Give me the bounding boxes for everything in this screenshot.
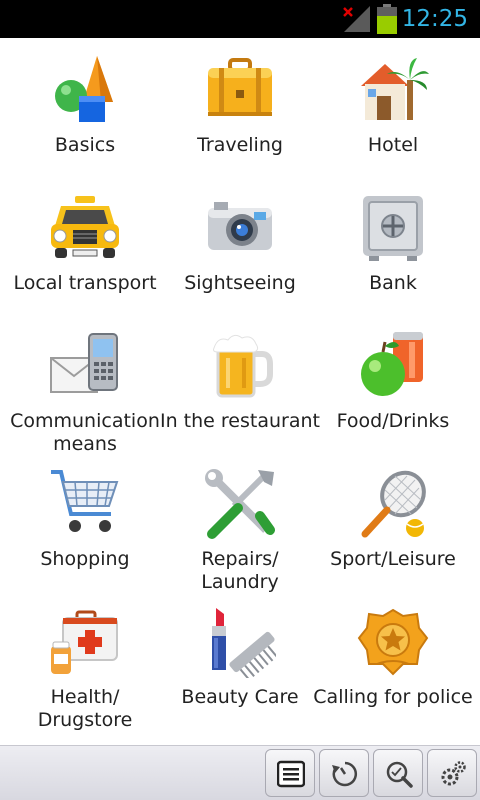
tennis-icon <box>357 468 429 540</box>
category-label: Communication means <box>10 410 160 455</box>
gears-icon <box>441 761 466 786</box>
category-traveling[interactable]: Traveling <box>160 38 320 176</box>
category-sport-leisure[interactable]: Sport/Leisure <box>313 452 473 590</box>
category-communication-means[interactable]: Communication means <box>5 314 165 455</box>
category-label: Health/ Drugstore <box>37 686 133 731</box>
category-label: Sport/Leisure <box>330 548 456 570</box>
category-health-drugstore[interactable]: Health/ Drugstore <box>5 590 165 731</box>
category-food-drinks[interactable]: Food/Drinks <box>313 314 473 452</box>
apple-can-icon <box>357 330 429 402</box>
search-button[interactable] <box>373 749 423 797</box>
category-hotel[interactable]: Hotel <box>313 38 473 176</box>
category-label: Local transport <box>13 272 157 294</box>
police-badge-icon <box>357 606 429 678</box>
category-local-transport[interactable]: Local transport <box>5 176 165 314</box>
status-bar: 12:25 <box>0 0 480 38</box>
history-icon <box>332 761 358 787</box>
camera-icon <box>204 192 276 264</box>
category-calling-for-police[interactable]: Calling for police <box>313 590 473 728</box>
category-sightseeing[interactable]: Sightseeing <box>160 176 320 314</box>
bottom-toolbar <box>0 745 480 800</box>
category-repairs-laundry[interactable]: Repairs/ Laundry <box>160 452 320 593</box>
settings-button[interactable] <box>427 749 477 797</box>
category-bank[interactable]: Bank <box>313 176 473 314</box>
category-label: Repairs/ Laundry <box>201 548 279 593</box>
category-label: In the restaurant <box>160 410 320 432</box>
category-grid: Basics Traveling Hotel Local transport S… <box>0 38 480 744</box>
category-label: Hotel <box>367 134 419 156</box>
clock: 12:25 <box>401 6 468 32</box>
search-icon <box>386 761 413 788</box>
category-in-the-restaurant[interactable]: In the restaurant <box>160 314 320 452</box>
shapes-icon <box>49 54 121 126</box>
taxi-icon <box>49 192 121 264</box>
category-label: Calling for police <box>313 686 473 708</box>
first-aid-kit-icon <box>49 606 121 678</box>
lipstick-comb-icon <box>204 606 276 678</box>
suitcase-icon <box>204 54 276 126</box>
category-label: Beauty Care <box>181 686 299 708</box>
category-label: Sightseeing <box>184 272 296 294</box>
category-label: Shopping <box>40 548 130 570</box>
signal-no-connection-icon <box>343 6 370 32</box>
shopping-cart-icon <box>49 468 121 540</box>
beer-mug-icon <box>204 330 276 402</box>
category-shopping[interactable]: Shopping <box>5 452 165 590</box>
category-basics[interactable]: Basics <box>5 38 165 176</box>
category-label: Food/Drinks <box>336 410 450 432</box>
list-button[interactable] <box>265 749 315 797</box>
list-icon <box>277 760 305 788</box>
tools-icon <box>204 468 276 540</box>
category-label: Bank <box>369 272 417 294</box>
mail-phone-icon <box>49 330 121 402</box>
category-label: Basics <box>54 134 116 156</box>
category-label: Traveling <box>197 134 283 156</box>
safe-icon <box>357 192 429 264</box>
category-beauty-care[interactable]: Beauty Care <box>160 590 320 728</box>
history-button[interactable] <box>319 749 369 797</box>
house-palm-icon <box>357 54 429 126</box>
battery-icon <box>377 4 397 34</box>
